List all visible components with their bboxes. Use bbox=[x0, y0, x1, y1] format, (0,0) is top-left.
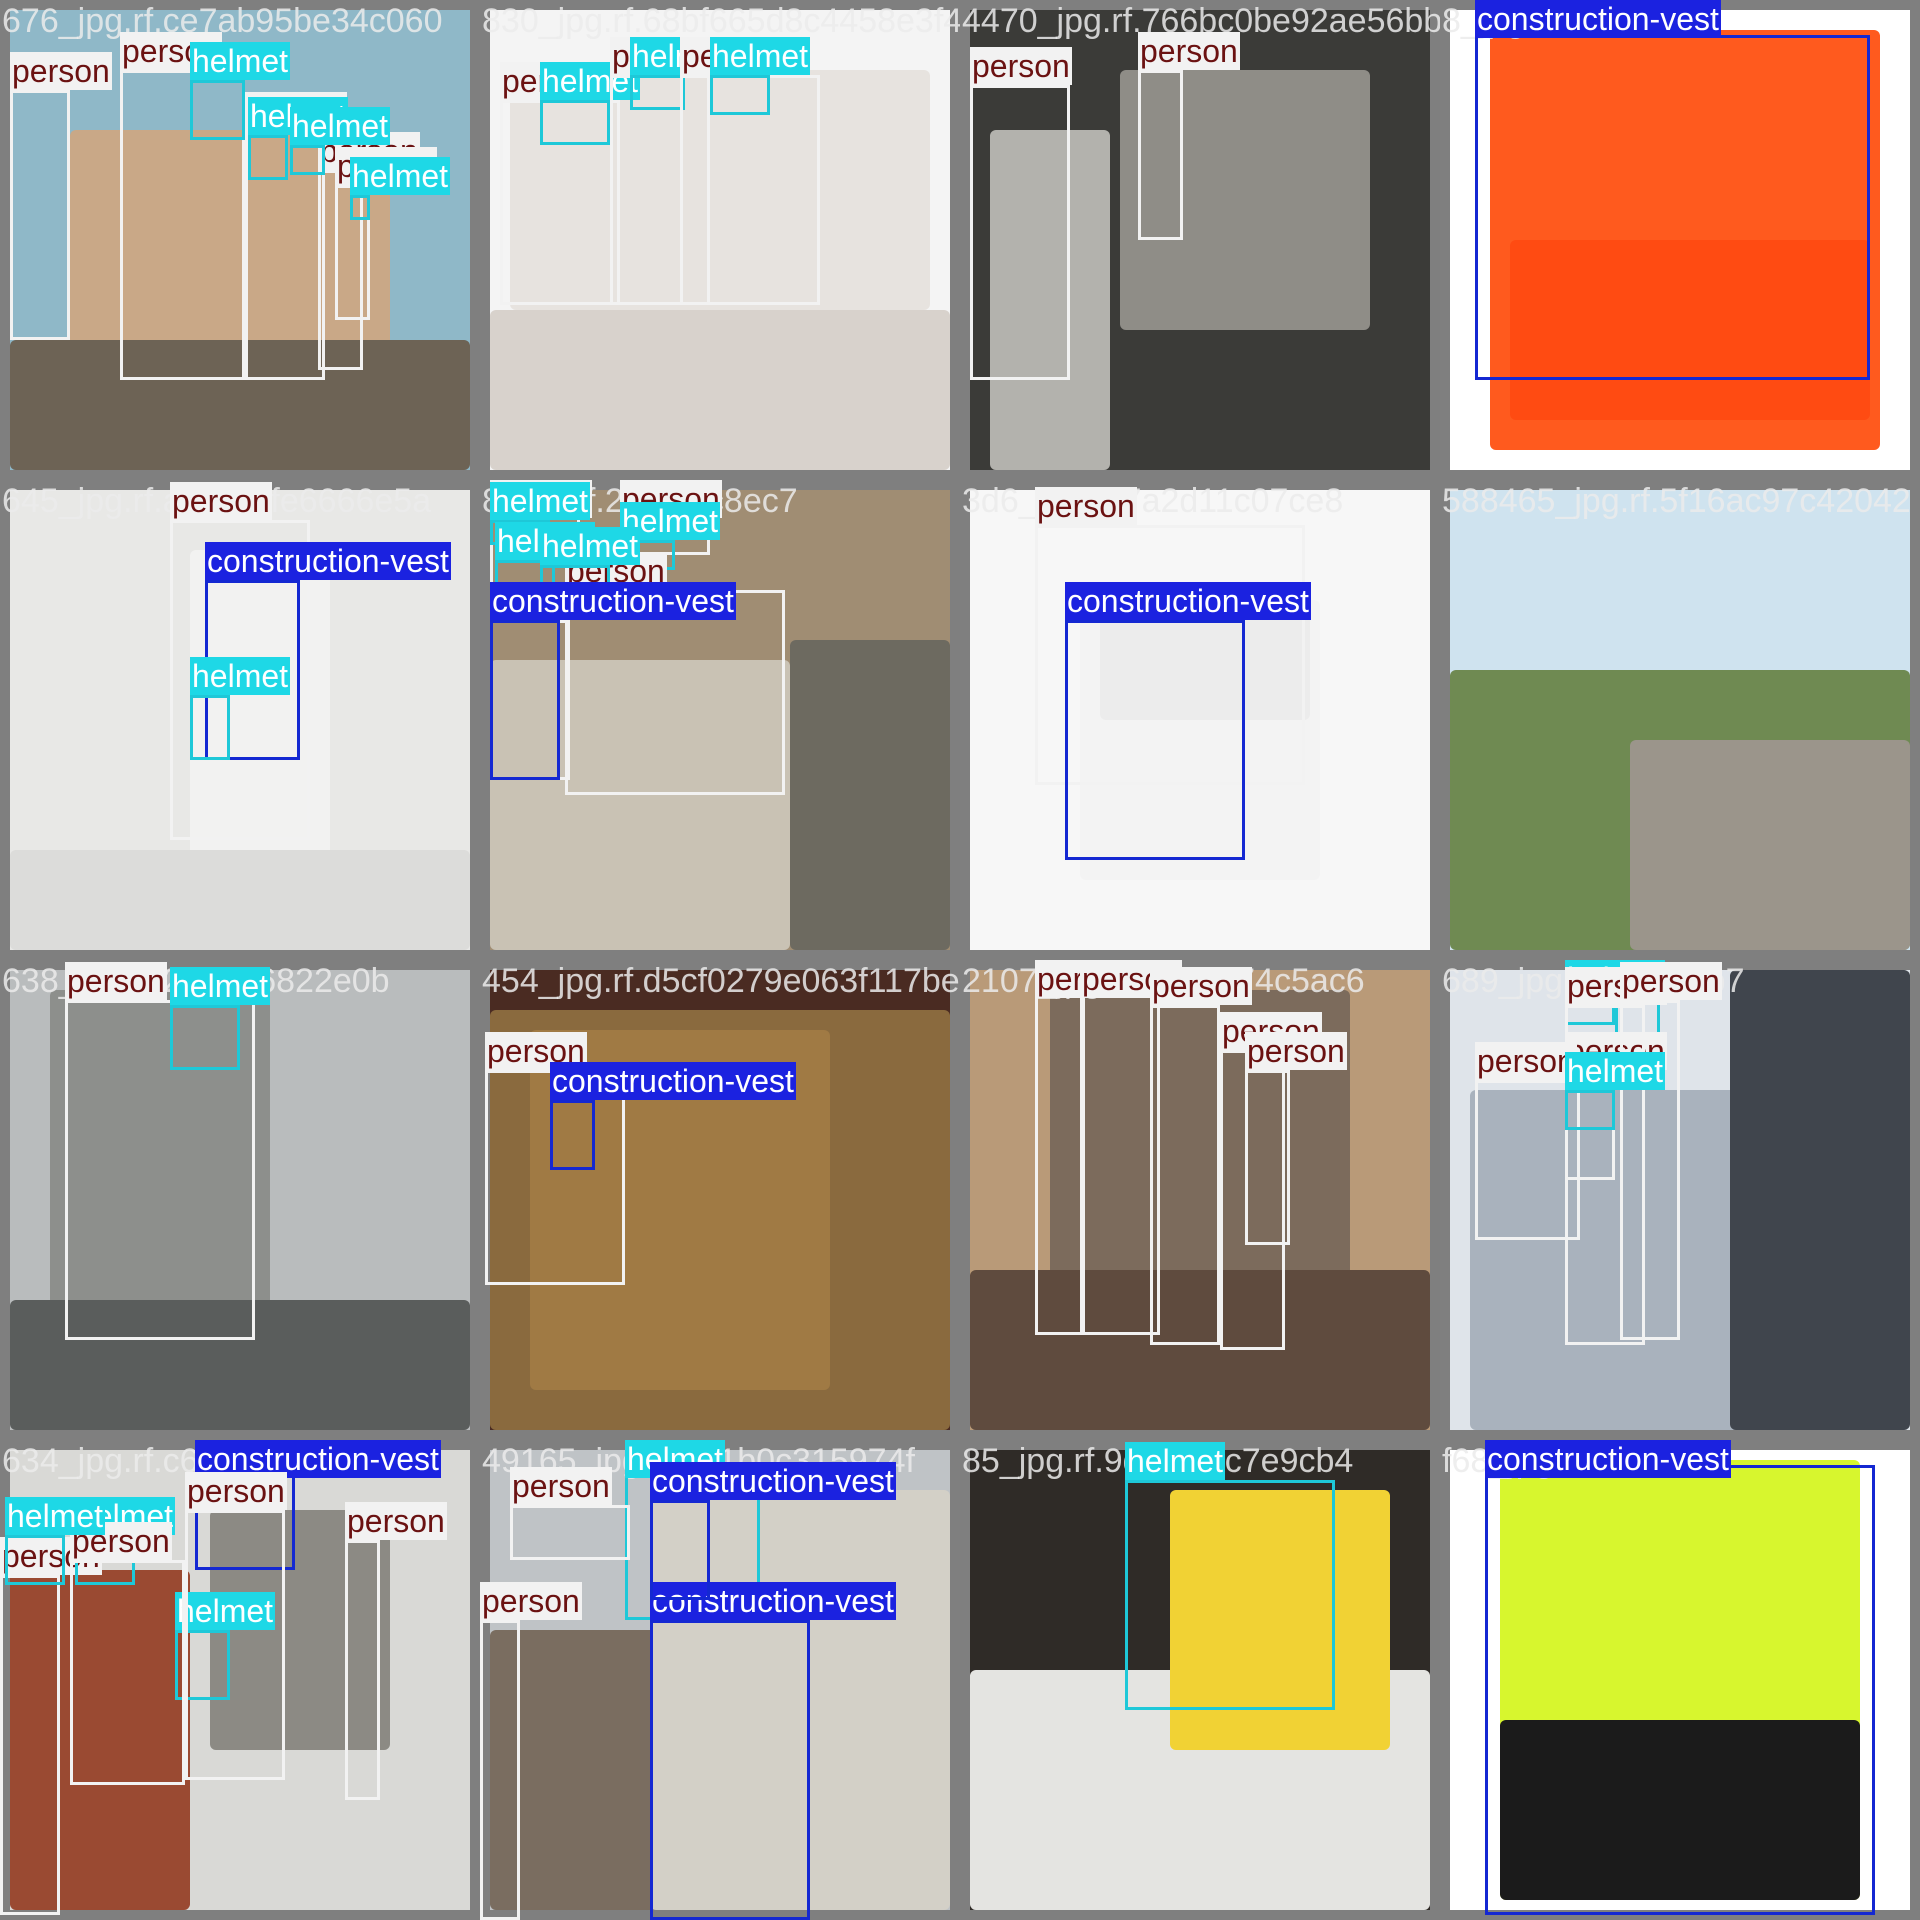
person-label: person bbox=[1035, 487, 1137, 525]
helmet-bounding-box bbox=[710, 75, 770, 115]
mosaic-tile: 676_jpg.rf.ce7ab95be34c060 person person he… bbox=[0, 0, 480, 480]
person-label: person bbox=[510, 1467, 612, 1505]
person-bounding-box bbox=[970, 85, 1070, 380]
helmet-bounding-box bbox=[1565, 1090, 1615, 1130]
detection-mosaic: 676_jpg.rf.ce7ab95be34c060 person person he… bbox=[0, 0, 1920, 1920]
helmet-label: helmet bbox=[540, 527, 641, 565]
photo-region bbox=[490, 310, 950, 470]
person-bounding-box bbox=[0, 1575, 60, 1915]
helmet-bounding-box bbox=[350, 195, 370, 220]
helmet-bounding-box bbox=[290, 145, 325, 175]
person-label: person bbox=[1620, 962, 1722, 1000]
helmet-label: helmet bbox=[5, 1497, 106, 1535]
helmet-bounding-box bbox=[5, 1535, 65, 1585]
mosaic-tile: 645_jpg.rf.a9c3ccfe6666e5apersonconstruc… bbox=[0, 480, 480, 960]
person-bounding-box bbox=[70, 1560, 185, 1785]
person-bounding-box bbox=[1620, 1000, 1680, 1340]
tile-photo bbox=[1450, 490, 1910, 950]
person-label: person bbox=[10, 52, 112, 90]
helmet-bounding-box bbox=[540, 100, 610, 145]
person-label: person bbox=[970, 47, 1072, 85]
person-bounding-box bbox=[1080, 980, 1160, 1335]
mosaic-tile: 2107_jpg.rf.a437074c5ac6personpersonpers… bbox=[960, 960, 1440, 1440]
mosaic-tile: f68_jpg.rf.cf290bconstruction-vest bbox=[1440, 1440, 1920, 1920]
helmet-label: helmet bbox=[1565, 1052, 1666, 1090]
construction-vest-label: construction-vest bbox=[550, 1062, 796, 1100]
person-label: person bbox=[345, 1502, 447, 1540]
person-bounding-box bbox=[480, 1620, 520, 1920]
person-label: person bbox=[1245, 1032, 1347, 1070]
person-bounding-box bbox=[565, 590, 785, 795]
helmet-bounding-box bbox=[1125, 1480, 1335, 1710]
helmet-bounding-box bbox=[630, 75, 685, 110]
mosaic-tile: 830_jpg.rf.68bf665d8c4458e3f4personhelme… bbox=[480, 0, 960, 480]
helmet-bounding-box bbox=[190, 80, 245, 140]
person-label: person bbox=[1138, 32, 1240, 70]
construction-vest-label: construction-vest bbox=[490, 582, 736, 620]
person-bounding-box bbox=[510, 1505, 630, 1560]
person-label: person bbox=[480, 1582, 582, 1620]
construction-vest-label: construction-vest bbox=[1485, 1440, 1731, 1478]
construction-vest-bounding-box bbox=[490, 620, 560, 780]
construction-vest-label: construction-vest bbox=[1065, 582, 1311, 620]
person-bounding-box bbox=[1138, 70, 1183, 240]
construction-vest-label: construction-vest bbox=[650, 1462, 896, 1500]
photo-region bbox=[1630, 740, 1910, 950]
mosaic-tile: 49165_jpg.rf.841b0c315974fhelmetpersonco… bbox=[480, 1440, 960, 1920]
helmet-label: helmet bbox=[190, 657, 291, 695]
helmet-label: helmet bbox=[710, 37, 811, 75]
construction-vest-label: construction-vest bbox=[1475, 0, 1721, 38]
construction-vest-bounding-box bbox=[550, 1100, 595, 1170]
mosaic-tile: 634_jpg.rf.c69b99871211apersonconstructi… bbox=[0, 1440, 480, 1920]
construction-vest-bounding-box bbox=[1475, 35, 1870, 380]
person-bounding-box bbox=[1035, 995, 1085, 1335]
mosaic-tile: 8_jpg.rf.7b81d01construction-vest bbox=[1440, 0, 1920, 480]
mosaic-tile: 638_jpg.rf.2b2906822e0bpersonhelmet bbox=[0, 960, 480, 1440]
person-bounding-box bbox=[1245, 1070, 1290, 1245]
person-bounding-box bbox=[10, 90, 70, 340]
mosaic-tile: 3d6_jpg.rf.7a2d11c07ce8 person constructio… bbox=[960, 480, 1440, 960]
person-label: person bbox=[65, 962, 167, 1000]
helmet-label: helmet bbox=[190, 42, 291, 80]
helmet-bounding-box bbox=[190, 695, 230, 760]
helmet-label: helmet bbox=[350, 157, 451, 195]
person-label: person bbox=[185, 1472, 287, 1510]
construction-vest-bounding-box bbox=[1485, 1465, 1875, 1915]
helmet-label: helmet bbox=[490, 482, 591, 520]
helmet-bounding-box bbox=[170, 1005, 240, 1070]
person-label: person bbox=[1475, 1042, 1577, 1080]
photo-region bbox=[790, 640, 950, 950]
person-label: person bbox=[170, 482, 272, 520]
mosaic-tile: 588465_jpg.rf.5f16ac97c42042 bbox=[1440, 480, 1920, 960]
helmet-label: helmet bbox=[1125, 1442, 1226, 1480]
construction-vest-bounding-box bbox=[650, 1500, 710, 1600]
mosaic-tile: 689_jpg.rf.7eaf57b7helmethelmetpersonper… bbox=[1440, 960, 1920, 1440]
mosaic-tile: 454_jpg.rf.d5cf0279e063f117be1 person cons… bbox=[480, 960, 960, 1440]
helmet-label: helmet bbox=[290, 107, 391, 145]
person-bounding-box bbox=[345, 1540, 380, 1800]
construction-vest-bounding-box bbox=[1065, 620, 1245, 860]
helmet-bounding-box bbox=[248, 135, 288, 180]
person-label: person bbox=[1150, 967, 1252, 1005]
person-bounding-box bbox=[185, 1510, 285, 1780]
mosaic-tile: 4470_jpg.rf.766bc0be92ae56bb1 person perso… bbox=[960, 0, 1440, 480]
construction-vest-bounding-box bbox=[650, 1620, 810, 1920]
mosaic-tile: 8_jpg.rf.2b2cfec8ec7personhelmethelmetpe… bbox=[480, 480, 960, 960]
mosaic-tile: 85_jpg.rf.9d025cfc7e9cb4helmet bbox=[960, 1440, 1440, 1920]
person-bounding-box bbox=[1150, 1005, 1220, 1345]
photo-region bbox=[10, 850, 470, 950]
photo-region bbox=[1730, 970, 1910, 1430]
helmet-label: helmet bbox=[170, 967, 271, 1005]
construction-vest-label: construction-vest bbox=[205, 542, 451, 580]
